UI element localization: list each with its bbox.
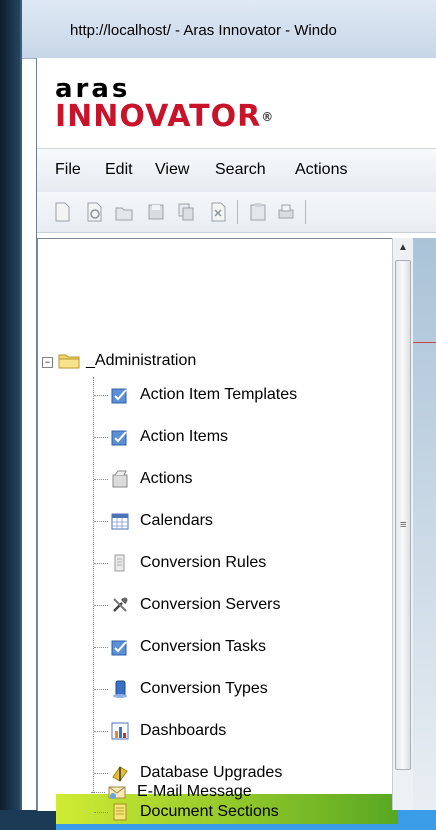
tree-item-action-item-templates[interactable]: Action Item Templates xyxy=(94,377,390,413)
menu-bar: File Edit View Search Actions xyxy=(37,148,436,194)
view-icon[interactable] xyxy=(85,202,103,222)
tree-item-conversion-servers[interactable]: Conversion Servers xyxy=(94,587,390,623)
browser-window: http://localhost/ - Aras Innovator - Win… xyxy=(20,0,436,830)
conversion-rules-icon xyxy=(114,554,125,572)
print-icon[interactable] xyxy=(277,202,295,222)
logo-innovator: INNOVATOR® xyxy=(55,102,274,132)
scroll-thumb[interactable]: ≡ xyxy=(395,260,411,770)
tree-branch-line xyxy=(94,521,108,522)
tree-branch-line xyxy=(94,395,108,396)
folder-open-icon xyxy=(58,354,80,369)
toolbar-separator xyxy=(237,200,238,224)
toolbar xyxy=(37,192,436,233)
tree-item-action-items[interactable]: Action Items xyxy=(94,419,390,455)
tree-item-label: Action Item Templates xyxy=(140,386,298,403)
tree-branch-line xyxy=(94,563,108,564)
menu-edit[interactable]: Edit xyxy=(105,161,133,179)
conversion-tasks-icon xyxy=(111,640,127,656)
menu-search[interactable]: Search xyxy=(215,161,266,179)
tree-item-conversion-types[interactable]: Conversion Types xyxy=(94,671,390,707)
window-title: http://localhost/ - Aras Innovator - Win… xyxy=(70,22,337,39)
document-sections-icon xyxy=(113,803,127,821)
logo-area: aras INNOVATOR® xyxy=(37,58,436,138)
tree-item-dashboards[interactable]: Dashboards xyxy=(94,713,390,749)
tree-branch-line xyxy=(94,437,108,438)
tree-item-label: Actions xyxy=(140,470,193,487)
tree-branch-line xyxy=(94,812,108,813)
content-pane xyxy=(413,238,436,810)
screen-edge xyxy=(0,0,20,810)
action-item-templates-icon xyxy=(111,388,127,404)
action-items-icon xyxy=(111,430,127,446)
dashboards-icon xyxy=(111,722,129,740)
scroll-up-arrow-icon[interactable]: ▲ xyxy=(393,238,413,258)
navigation-tree: − _Administration Action Item Templates … xyxy=(37,238,393,817)
title-bar: http://localhost/ - Aras Innovator - Win… xyxy=(22,0,436,59)
menu-file[interactable]: File xyxy=(55,161,81,179)
copy-icon[interactable] xyxy=(177,202,195,222)
tree-item-label: E-Mail Message xyxy=(137,783,252,800)
actions-icon xyxy=(112,470,128,488)
tree-item-label: Conversion Tasks xyxy=(140,638,266,655)
clipboard-icon[interactable] xyxy=(249,202,267,222)
tree-scrollbar[interactable]: ▲ ≡ xyxy=(392,238,413,810)
conversion-servers-icon xyxy=(113,597,128,612)
open-icon[interactable] xyxy=(115,202,133,222)
tree-branch-line xyxy=(94,479,108,480)
tree-branch-line xyxy=(94,731,108,732)
tree-item-conversion-tasks[interactable]: Conversion Tasks xyxy=(94,629,390,665)
tree-branch-line xyxy=(91,792,105,793)
toolbar-separator xyxy=(305,200,306,224)
tree-item-actions[interactable]: Actions xyxy=(94,461,390,497)
conversion-types-icon xyxy=(113,680,127,698)
tree-item-calendars[interactable]: Calendars xyxy=(94,503,390,539)
tree-root-label: _Administration xyxy=(86,352,197,369)
tree-branch-line xyxy=(94,647,108,648)
content-divider xyxy=(413,342,436,343)
menu-view[interactable]: View xyxy=(155,161,189,179)
registered-mark: ® xyxy=(261,110,275,124)
tree-item-label: Action Items xyxy=(140,428,229,445)
delete-icon[interactable] xyxy=(209,202,227,222)
tree-item-label: Calendars xyxy=(140,512,213,529)
tree-item-conversion-rules[interactable]: Conversion Rules xyxy=(94,545,390,581)
tree-item-label: Conversion Types xyxy=(140,680,268,697)
new-document-icon[interactable] xyxy=(53,202,71,222)
grip-icon: ≡ xyxy=(400,519,407,531)
collapse-icon[interactable]: − xyxy=(42,357,53,368)
save-icon[interactable] xyxy=(147,202,165,222)
tree-item-label: Conversion Rules xyxy=(140,554,267,571)
email-message-icon xyxy=(108,786,126,799)
tree-branch-line xyxy=(94,689,108,690)
tree-branch-line xyxy=(94,605,108,606)
tree-item-label: Document Sections xyxy=(140,803,279,820)
logo-innovator-text: INNOVATOR xyxy=(55,99,262,134)
menu-actions[interactable]: Actions xyxy=(295,161,347,179)
tree-item-label: Dashboards xyxy=(140,722,227,739)
calendar-icon xyxy=(111,513,129,530)
tree-item-label: Conversion Servers xyxy=(140,596,281,613)
app-client: aras INNOVATOR® File Edit View Search Ac… xyxy=(36,58,436,830)
